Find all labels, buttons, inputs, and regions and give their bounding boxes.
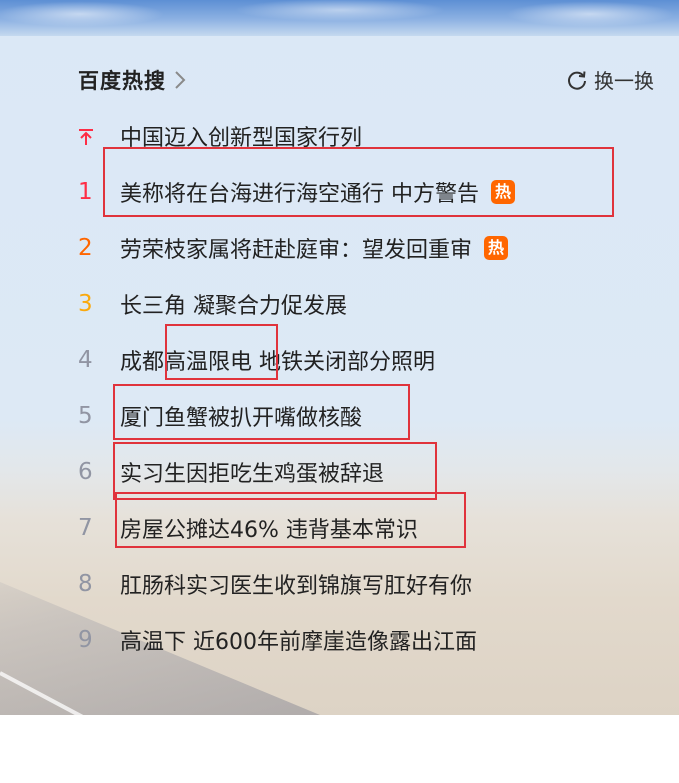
hot-search-item-pinned[interactable]: 中国迈入创新型国家行列 (78, 108, 668, 164)
rank-number: 8 (78, 571, 93, 597)
rank-number: 2 (78, 235, 93, 261)
rank-number: 6 (78, 459, 93, 485)
rank-number: 7 (78, 515, 93, 541)
hot-search-title: 百度热搜 (78, 69, 166, 93)
hot-search-item-text: 实习生因拒吃生鸡蛋被辞退 (120, 462, 385, 487)
pin-top-icon (78, 123, 120, 149)
hot-search-item-text: 美称将在台海进行海空通行 中方警告 (120, 182, 479, 207)
hot-badge: 热 (491, 180, 515, 204)
rank-number: 4 (78, 347, 93, 373)
hot-search-item-text: 成都高温限电 地铁关闭部分照明 (120, 350, 435, 375)
hot-search-item-text: 厦门鱼蟹被扒开嘴做核酸 (120, 406, 363, 431)
hot-search-item-8[interactable]: 8 肛肠科实习医生收到锦旗写肛好有你 (78, 556, 668, 612)
hot-search-item-5[interactable]: 5 厦门鱼蟹被扒开嘴做核酸 (78, 388, 668, 444)
hot-search-item-text: 劳荣枝家属将赶赴庭审：望发回重审 (120, 238, 473, 263)
rank-number: 3 (78, 291, 93, 317)
rank-number: 5 (78, 403, 93, 429)
hot-search-item-text: 中国迈入创新型国家行列 (120, 126, 363, 151)
refresh-icon (566, 69, 588, 91)
hot-search-list: 中国迈入创新型国家行列 1 美称将在台海进行海空通行 中方警告 热 2 劳荣枝家… (78, 108, 668, 668)
hot-search-item-3[interactable]: 3 长三角 凝聚合力促发展 (78, 276, 668, 332)
hot-search-title-link[interactable]: 百度热搜 (78, 65, 186, 95)
sky-banner (0, 0, 679, 36)
hot-search-item-text: 肛肠科实习医生收到锦旗写肛好有你 (120, 574, 473, 599)
hot-search-header: 百度热搜 换一换 (78, 65, 658, 99)
hot-search-item-text: 高温下 近600年前摩崖造像露出江面 (120, 630, 477, 655)
hot-search-item-text: 房屋公摊达46% 违背基本常识 (120, 518, 418, 543)
chevron-right-icon (174, 70, 186, 90)
hot-badge: 热 (484, 236, 509, 260)
hot-search-item-text: 长三角 凝聚合力促发展 (120, 294, 347, 319)
hot-search-item-2[interactable]: 2 劳荣枝家属将赶赴庭审：望发回重审 热 (78, 220, 668, 276)
rank-number: 9 (78, 627, 93, 653)
hot-search-item-1[interactable]: 1 美称将在台海进行海空通行 中方警告 热 (78, 164, 668, 220)
hot-search-item-9[interactable]: 9 高温下 近600年前摩崖造像露出江面 (78, 612, 668, 668)
hot-search-item-6[interactable]: 6 实习生因拒吃生鸡蛋被辞退 (78, 444, 668, 500)
refresh-button[interactable]: 换一换 (566, 65, 654, 94)
rank-number: 1 (78, 179, 93, 205)
hot-search-item-4[interactable]: 4 成都高温限电 地铁关闭部分照明 (78, 332, 668, 388)
refresh-label: 换一换 (594, 69, 654, 93)
hot-search-item-7[interactable]: 7 房屋公摊达46% 违背基本常识 (78, 500, 668, 556)
